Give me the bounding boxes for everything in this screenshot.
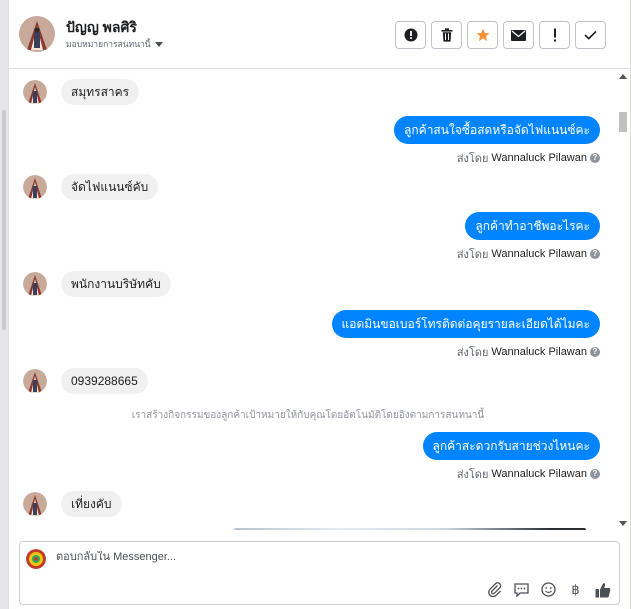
star-icon: [476, 28, 489, 41]
message-row-incoming: 0939288665: [23, 368, 148, 394]
thumbs-up-icon[interactable]: [594, 581, 611, 598]
message-row-incoming: จัดไฟแนนซ์คับ: [23, 174, 159, 200]
star-button[interactable]: [467, 21, 498, 49]
message-bubble[interactable]: พนักงานบริษัทคับ: [61, 271, 171, 297]
contact-name: ปัญญ พลศิริ: [66, 19, 137, 35]
sent-by-label: ส่งโดย Wannaluck Pilawan?: [457, 149, 600, 167]
assign-conversation-dropdown[interactable]: มอบหมายการสนทนานี้: [66, 37, 163, 51]
avatar: [23, 492, 47, 516]
check-icon: [584, 30, 597, 40]
sent-by-prefix: ส่งโดย: [456, 249, 489, 261]
reply-composer: ฿: [19, 541, 620, 605]
sent-by-label: ส่งโดย Wannaluck Pilawan?: [457, 343, 600, 361]
caret-down-icon: [154, 42, 163, 48]
follow-up-button[interactable]: [539, 21, 570, 49]
sender-name: Wannaluck Pilawan: [491, 152, 587, 164]
page-scrollbar-thumb[interactable]: [2, 110, 6, 330]
scroll-down-arrow-icon[interactable]: [619, 521, 627, 526]
help-icon[interactable]: ?: [590, 347, 600, 357]
emoji-icon[interactable]: [540, 581, 557, 598]
reply-input[interactable]: [56, 551, 456, 563]
sent-by-prefix: ส่งโดย: [456, 469, 489, 481]
scroll-up-arrow-icon[interactable]: [619, 74, 627, 79]
exclamation-icon: [553, 28, 556, 42]
assign-conversation-label: มอบหมายการสนทนานี้: [66, 39, 151, 49]
avatar: [23, 80, 47, 104]
alert-circle-icon: [404, 28, 417, 42]
message-bubble-outgoing[interactable]: แอดมินขอเบอร์โทรติดต่อคุยรายละเอียดได้ไม…: [331, 310, 600, 338]
envelope-icon: [511, 29, 526, 41]
help-icon[interactable]: ?: [590, 249, 600, 259]
message-bubble[interactable]: เที่ยงคับ: [61, 491, 122, 517]
system-notice: เราสร้างกิจกรรมของลูกค้าเป้าหมายให้กับคุ…: [131, 410, 485, 421]
mark-done-button[interactable]: [575, 21, 606, 49]
message-bubble[interactable]: สมุทรสาคร: [61, 79, 140, 105]
message-bubble-outgoing[interactable]: ลูกค้าทำอาชีพอะไรคะ: [465, 212, 600, 240]
trash-icon: [441, 28, 452, 42]
mark-spam-button[interactable]: [395, 21, 426, 49]
sent-by-label: ส่งโดย Wannaluck Pilawan?: [457, 245, 600, 263]
avatar: [23, 369, 47, 393]
page-avatar: [26, 549, 46, 569]
sent-by-label: ส่งโดย Wannaluck Pilawan?: [457, 465, 600, 483]
image-attachment-preview[interactable]: [234, 528, 586, 530]
sender-name: Wannaluck Pilawan: [491, 248, 587, 260]
sender-name: Wannaluck Pilawan: [491, 346, 587, 358]
conversation-panel: ปัญญ พลศิริ มอบหมายการสนทนานี้ สมุทรสาคร…: [8, 0, 631, 609]
thread-scrollbar[interactable]: [616, 70, 630, 530]
paperclip-icon[interactable]: [486, 581, 503, 598]
help-icon[interactable]: ?: [590, 153, 600, 163]
baht-icon[interactable]: ฿: [567, 581, 584, 598]
message-thread: สมุทรสาคร ลูกค้าสนใจซื้อสดหรือจัดไฟแนนซ์…: [9, 70, 630, 530]
conversation-toolbar: [395, 21, 606, 49]
message-row-incoming: พนักงานบริษัทคับ: [23, 271, 171, 297]
message-bubble-outgoing[interactable]: ลูกค้าสะดวกรับสายช่วงไหนคะ: [422, 432, 600, 460]
speech-bubble-icon[interactable]: [513, 581, 530, 598]
conversation-header: ปัญญ พลศิริ มอบหมายการสนทนานี้: [9, 0, 630, 69]
composer-tools: ฿: [486, 581, 611, 598]
scrollbar-thumb[interactable]: [619, 112, 627, 132]
message-row-incoming: สมุทรสาคร: [23, 79, 140, 105]
sent-by-prefix: ส่งโดย: [456, 347, 489, 359]
mark-unread-button[interactable]: [503, 21, 534, 49]
avatar: [23, 272, 47, 296]
avatar[interactable]: [19, 16, 55, 52]
page-scrollbar[interactable]: [0, 0, 8, 609]
sender-name: Wannaluck Pilawan: [491, 468, 587, 480]
help-icon[interactable]: ?: [590, 469, 600, 479]
delete-button[interactable]: [431, 21, 462, 49]
message-bubble-outgoing[interactable]: ลูกค้าสนใจซื้อสดหรือจัดไฟแนนซ์คะ: [394, 116, 600, 144]
message-bubble[interactable]: 0939288665: [61, 368, 148, 394]
message-bubble[interactable]: จัดไฟแนนซ์คับ: [61, 174, 159, 200]
avatar: [23, 175, 47, 199]
sent-by-prefix: ส่งโดย: [456, 153, 489, 165]
message-row-incoming: เที่ยงคับ: [23, 491, 122, 517]
